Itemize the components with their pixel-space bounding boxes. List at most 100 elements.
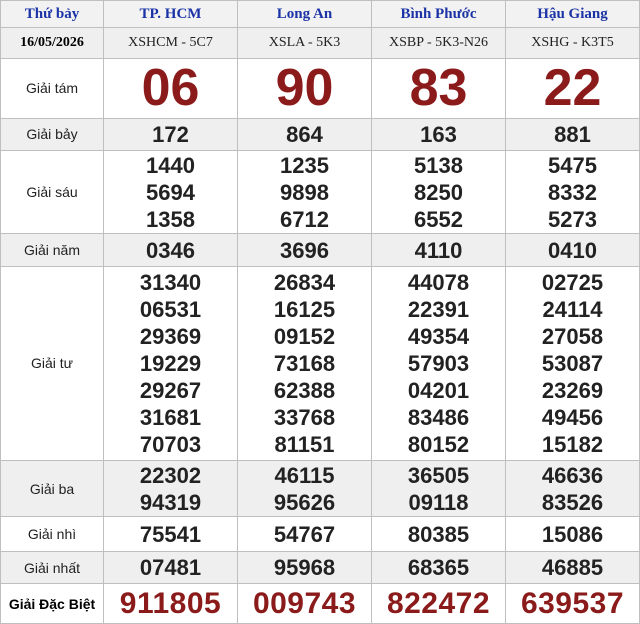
codes-row: 16/05/2026 XSHCM - 5C7 XSLA - 5K3 XSBP -…	[0, 27, 640, 59]
province-header-long-an[interactable]: Long An	[237, 0, 372, 29]
prize-number: 864	[237, 117, 372, 152]
prize-number: 0346	[103, 233, 238, 267]
prize-label-g1: Giải nhất	[0, 550, 104, 585]
prize-number: 33768	[273, 404, 336, 430]
prize-number: 881	[505, 117, 640, 152]
prize-number: 6552	[414, 206, 463, 232]
ticket-code-hau-giang: XSHG - K3T5	[505, 27, 640, 59]
prize-number: 15182	[541, 431, 604, 457]
prize-number: 163	[371, 117, 506, 152]
prize-row-g7: Giải bảy 172 864 163 881	[0, 117, 640, 152]
prize-label-g3: Giải ba	[0, 459, 104, 518]
prize-number: 06531	[139, 296, 202, 322]
prize-label-g7: Giải bảy	[0, 117, 104, 152]
prize-number: 26834	[273, 269, 336, 295]
prize-number: 22391	[407, 296, 470, 322]
prize-label-g2: Giải nhì	[0, 516, 104, 552]
prize-number: 27058	[541, 323, 604, 349]
ticket-code-long-an: XSLA - 5K3	[237, 27, 372, 59]
prize-number: 5475	[548, 152, 597, 178]
province-header-tp-hcm[interactable]: TP. HCM	[103, 0, 238, 29]
prize-label-special: Giải Đặc Biệt	[0, 583, 104, 624]
prize-number: 4110	[371, 233, 506, 267]
prize-number: 80385	[371, 516, 506, 552]
prize-number: 15086	[505, 516, 640, 552]
prize-number: 9898	[280, 179, 329, 205]
special-prize-number: 639537	[505, 583, 640, 624]
prize-number: 07481	[103, 550, 238, 585]
prize-cell: 02725 24114 27058 53087 23269 49456 1518…	[505, 265, 640, 461]
special-prize-number: 911805	[103, 583, 238, 624]
prize-row-g8: Giải tám 06 90 83 22	[0, 57, 640, 119]
prize-number: 95968	[237, 550, 372, 585]
prize-number: 5138	[414, 152, 463, 178]
special-prize-number: 822472	[371, 583, 506, 624]
prize-cell: 26834 16125 09152 73168 62388 33768 8115…	[237, 265, 372, 461]
prize-number: 29267	[139, 377, 202, 403]
prize-label-g4: Giải tư	[0, 265, 104, 461]
prize-label-g6: Giải sáu	[0, 150, 104, 235]
lottery-results-table: Thứ bảy TP. HCM Long An Bình Phước Hậu G…	[0, 0, 640, 624]
prize-number: 1440	[146, 152, 195, 178]
prize-cell: 1440 5694 1358	[103, 150, 238, 235]
draw-date[interactable]: 16/05/2026	[0, 27, 104, 59]
prize-number: 172	[103, 117, 238, 152]
prize-number: 31340	[139, 269, 202, 295]
day-of-week-header[interactable]: Thứ bảy	[0, 0, 104, 29]
prize-number: 62388	[273, 377, 336, 403]
ticket-code-binh-phuoc: XSBP - 5K3-N26	[371, 27, 506, 59]
prize-number: 23269	[541, 377, 604, 403]
prize-number: 75541	[103, 516, 238, 552]
prize-number: 22302	[139, 462, 202, 488]
prize-cell: 44078 22391 49354 57903 04201 83486 8015…	[371, 265, 506, 461]
prize-number: 54767	[237, 516, 372, 552]
prize-number: 80152	[407, 431, 470, 457]
prize-number: 83	[371, 57, 506, 119]
prize-cell: 5475 8332 5273	[505, 150, 640, 235]
province-header-binh-phuoc[interactable]: Bình Phước	[371, 0, 506, 29]
prize-number: 24114	[542, 296, 603, 322]
prize-row-special: Giải Đặc Biệt 911805 009743 822472 63953…	[0, 583, 640, 624]
prize-row-g6: Giải sáu 1440 5694 1358 1235 9898 6712 5…	[0, 150, 640, 235]
prize-row-g2: Giải nhì 75541 54767 80385 15086	[0, 516, 640, 552]
prize-cell: 31340 06531 29369 19229 29267 31681 7070…	[103, 265, 238, 461]
prize-cell: 22302 94319	[103, 459, 238, 518]
prize-number: 49456	[541, 404, 604, 430]
prize-cell: 46636 83526	[505, 459, 640, 518]
prize-cell: 36505 09118	[371, 459, 506, 518]
prize-number: 46885	[505, 550, 640, 585]
prize-number: 46636	[541, 462, 604, 488]
prize-number: 06	[103, 57, 238, 119]
prize-number: 22	[505, 57, 640, 119]
header-row: Thứ bảy TP. HCM Long An Bình Phước Hậu G…	[0, 0, 640, 29]
prize-number: 49354	[407, 323, 470, 349]
prize-number: 5273	[548, 206, 597, 232]
prize-number: 29369	[139, 323, 202, 349]
prize-number: 3696	[237, 233, 372, 267]
prize-number: 53087	[541, 350, 604, 376]
prize-number: 5694	[146, 179, 195, 205]
prize-cell: 46115 95626	[237, 459, 372, 518]
prize-row-g5: Giải năm 0346 3696 4110 0410	[0, 233, 640, 267]
prize-number: 90	[237, 57, 372, 119]
special-prize-number: 009743	[237, 583, 372, 624]
prize-number: 94319	[139, 489, 202, 515]
prize-number: 73168	[273, 350, 336, 376]
prize-number: 70703	[139, 431, 202, 457]
prize-number: 1235	[280, 152, 329, 178]
prize-number: 95626	[273, 489, 336, 515]
prize-row-g3: Giải ba 22302 94319 46115 95626 36505 09…	[0, 459, 640, 518]
prize-number: 83486	[407, 404, 470, 430]
prize-number: 57903	[407, 350, 470, 376]
prize-row-g1: Giải nhất 07481 95968 68365 46885	[0, 550, 640, 585]
prize-row-g4: Giải tư 31340 06531 29369 19229 29267 31…	[0, 265, 640, 461]
prize-number: 46115	[274, 462, 335, 488]
prize-number: 8332	[548, 179, 597, 205]
province-header-hau-giang[interactable]: Hậu Giang	[505, 0, 640, 29]
prize-number: 6712	[280, 206, 329, 232]
prize-number: 83526	[541, 489, 604, 515]
prize-number: 16125	[273, 296, 336, 322]
prize-number: 31681	[139, 404, 202, 430]
prize-number: 36505	[407, 462, 470, 488]
prize-cell: 5138 8250 6552	[371, 150, 506, 235]
